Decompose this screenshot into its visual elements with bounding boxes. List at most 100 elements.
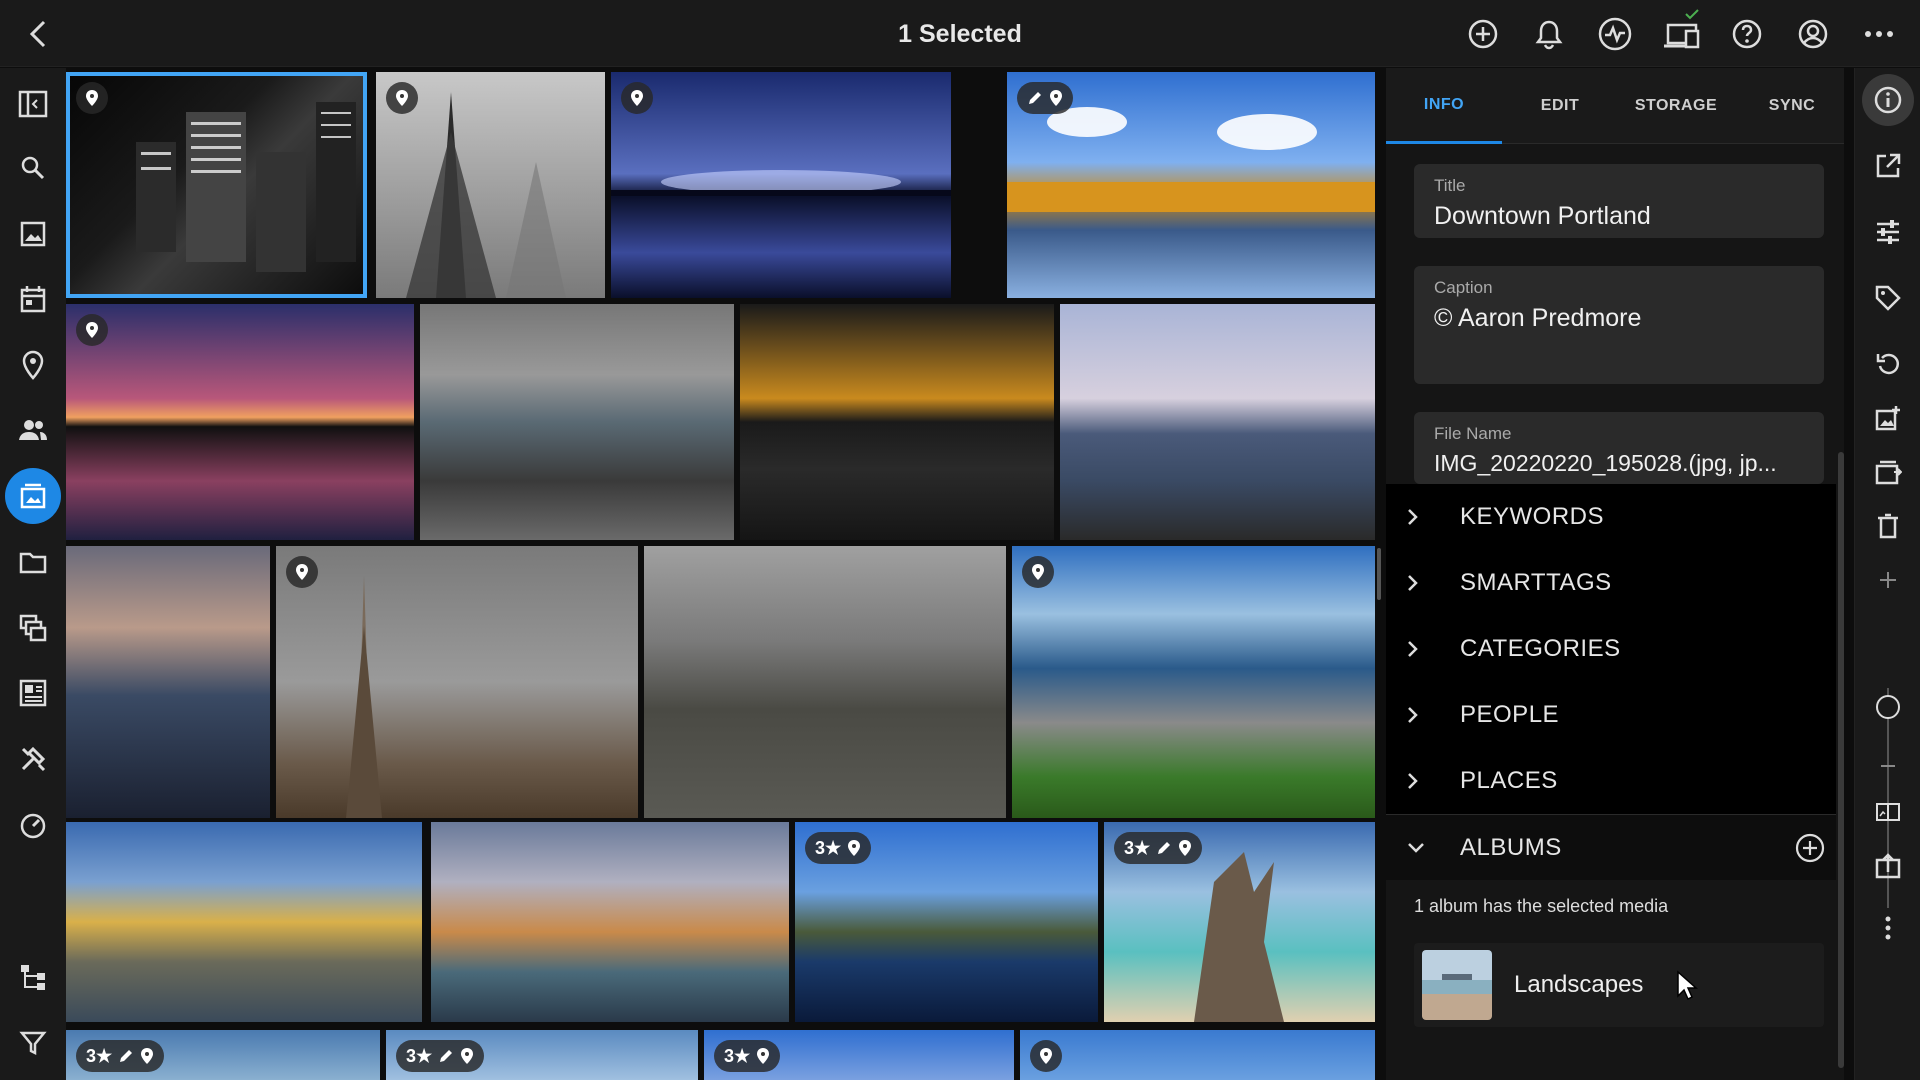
- section-people[interactable]: PEOPLE: [1386, 682, 1836, 748]
- photo-thumbnail[interactable]: [1020, 1030, 1375, 1080]
- back-button[interactable]: [18, 14, 58, 54]
- chevron-right-icon: [1408, 509, 1418, 525]
- nav-photos[interactable]: [5, 206, 61, 262]
- title-field[interactable]: Title Downtown Portland: [1414, 164, 1824, 238]
- tab-storage[interactable]: STORAGE: [1618, 68, 1734, 144]
- photo-thumbnail[interactable]: [644, 546, 1006, 818]
- tag-button[interactable]: [1862, 272, 1914, 324]
- location-badge: [76, 314, 108, 346]
- info-button[interactable]: [1862, 74, 1914, 126]
- more-options-button[interactable]: [1862, 902, 1914, 954]
- zoom-in-button[interactable]: [1862, 554, 1914, 606]
- section-keywords[interactable]: KEYWORDS: [1386, 484, 1836, 550]
- section-categories[interactable]: CATEGORIES: [1386, 616, 1836, 682]
- caption-field[interactable]: Caption © Aaron Predmore: [1414, 266, 1824, 384]
- nav-search[interactable]: [5, 140, 61, 196]
- photo-thumbnail[interactable]: [420, 304, 734, 540]
- photo-thumbnail[interactable]: [66, 546, 270, 818]
- add-to-collection-button[interactable]: [1862, 392, 1914, 444]
- photo-grid: 3★ 3★ 3★ 3★ 3★: [66, 68, 1375, 1080]
- album-item-landscapes[interactable]: Landscapes: [1414, 943, 1824, 1027]
- nav-filter[interactable]: [5, 1015, 61, 1071]
- rating-text: 3★: [1124, 837, 1151, 858]
- grid-scrollbar[interactable]: [1377, 548, 1381, 600]
- filename-field[interactable]: File Name IMG_20220220_195028.(jpg, jp..…: [1414, 412, 1824, 484]
- rating-text: 3★: [406, 1045, 433, 1066]
- photo-thumbnail[interactable]: 3★: [386, 1030, 698, 1080]
- delete-button[interactable]: [1862, 500, 1914, 552]
- nav-albums[interactable]: [5, 468, 61, 524]
- nav-calendar[interactable]: [5, 271, 61, 327]
- photo-thumbnail[interactable]: [1012, 546, 1375, 818]
- section-label: PLACES: [1460, 767, 1558, 794]
- photo-thumbnail[interactable]: [66, 822, 422, 1022]
- notifications-button[interactable]: [1516, 12, 1582, 56]
- add-album-button[interactable]: [1794, 832, 1826, 864]
- pin-icon: [1050, 90, 1062, 106]
- rating-text: 3★: [815, 837, 842, 858]
- photo-thumbnail[interactable]: 3★: [704, 1030, 1014, 1080]
- rating-location-badge: 3★: [714, 1040, 781, 1072]
- compare-button[interactable]: [1862, 786, 1914, 838]
- nav-folders[interactable]: [5, 534, 61, 590]
- photo-thumbnail[interactable]: [1007, 72, 1375, 298]
- zoom-slider-handle[interactable]: [1876, 695, 1900, 719]
- nav-tools[interactable]: [5, 731, 61, 787]
- photo-thumbnail[interactable]: [66, 304, 414, 540]
- move-to-album-button[interactable]: [1862, 446, 1914, 498]
- adjustments-button[interactable]: [1862, 206, 1914, 258]
- help-button[interactable]: [1714, 12, 1780, 56]
- nav-hierarchy[interactable]: [5, 949, 61, 1005]
- photo-thumbnail[interactable]: [376, 72, 605, 298]
- section-smarttags[interactable]: SMARTTAGS: [1386, 550, 1836, 616]
- devices-icon: [1664, 23, 1700, 49]
- photo-thumbnail[interactable]: [276, 546, 638, 818]
- open-external-button[interactable]: [1862, 140, 1914, 192]
- pin-icon: [631, 90, 643, 106]
- pencil-icon: [1029, 92, 1041, 104]
- hierarchy-icon: [21, 965, 45, 990]
- activity-button[interactable]: [1582, 12, 1648, 56]
- filename-label: File Name: [1434, 424, 1512, 443]
- help-icon: [1732, 19, 1762, 49]
- metadata-sections: KEYWORDS SMARTTAGS CATEGORIES PEOPLE PLA…: [1386, 484, 1836, 880]
- location-badge: [1030, 1040, 1062, 1072]
- sync-devices-button[interactable]: [1648, 9, 1714, 56]
- pencil-icon: [120, 1050, 133, 1062]
- nav-dashboard[interactable]: [5, 797, 61, 853]
- nav-people[interactable]: [5, 402, 61, 458]
- add-button[interactable]: [1450, 12, 1516, 56]
- plus-icon: [1880, 572, 1896, 588]
- panel-scrollbar[interactable]: [1838, 452, 1844, 1068]
- rotate-button[interactable]: [1862, 338, 1914, 390]
- more-menu-button[interactable]: [1846, 12, 1912, 56]
- filter-icon: [19, 1031, 47, 1056]
- photo-thumbnail-selected[interactable]: [66, 72, 367, 298]
- nav-collections[interactable]: [5, 600, 61, 656]
- photo-thumbnail[interactable]: [1060, 304, 1375, 540]
- tab-info[interactable]: INFO: [1386, 68, 1502, 144]
- tab-edit[interactable]: EDIT: [1502, 68, 1618, 144]
- section-places[interactable]: PLACES: [1386, 748, 1836, 814]
- rating-text: 3★: [86, 1045, 113, 1066]
- zoom-out-button[interactable]: [1862, 740, 1914, 792]
- caption-value: © Aaron Predmore: [1434, 304, 1642, 332]
- toggle-sidebar-button[interactable]: [5, 76, 61, 132]
- photo-thumbnail[interactable]: [611, 72, 951, 298]
- photo-thumbnail[interactable]: 3★: [795, 822, 1098, 1022]
- nav-layouts[interactable]: [5, 665, 61, 721]
- account-button[interactable]: [1780, 12, 1846, 56]
- pin-icon: [848, 840, 861, 856]
- photo-thumbnail[interactable]: [740, 304, 1054, 540]
- rating-edited-location-badge: 3★: [76, 1040, 165, 1072]
- export-button[interactable]: [1862, 840, 1914, 892]
- rotate-icon: [1876, 353, 1900, 375]
- album-count-text: 1 album has the selected media: [1414, 896, 1669, 916]
- photo-thumbnail[interactable]: 3★: [1104, 822, 1375, 1022]
- photo-thumbnail[interactable]: [431, 822, 789, 1022]
- photo-thumbnail[interactable]: 3★: [66, 1030, 380, 1080]
- tab-sync[interactable]: SYNC: [1734, 68, 1850, 144]
- section-label: ALBUMS: [1460, 833, 1562, 861]
- section-albums[interactable]: ALBUMS: [1386, 814, 1836, 880]
- nav-places[interactable]: [5, 337, 61, 393]
